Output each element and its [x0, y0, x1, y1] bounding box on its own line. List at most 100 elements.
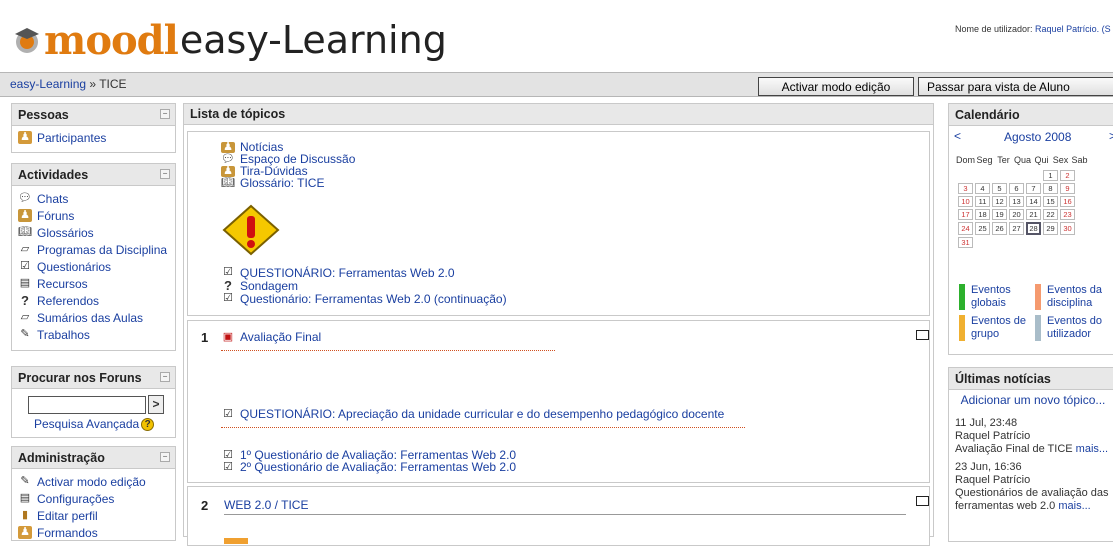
calendar-day[interactable]: 12	[992, 196, 1007, 207]
admin-students[interactable]: ♟ Formandos	[18, 524, 169, 541]
item-label[interactable]: Fóruns	[37, 209, 74, 223]
calendar-day[interactable]: 29	[1043, 222, 1058, 235]
activity-polls[interactable]: ? Referendos	[18, 292, 169, 309]
item-label[interactable]: QUESTIONÁRIO: Apreciação da unidade curr…	[240, 408, 724, 420]
item-label[interactable]: Avaliação Final	[240, 331, 321, 343]
site-logo[interactable]: moodl easy-Learning	[12, 17, 447, 64]
activity-chats[interactable]: 💬︎ Chats	[18, 190, 169, 207]
activity-glossaries[interactable]: 📖︎ Glossários	[18, 224, 169, 241]
item-label[interactable]: Glossário: TICE	[240, 177, 324, 189]
calendar-day[interactable]: 5	[992, 183, 1007, 194]
calendar-day[interactable]: 8	[1043, 183, 1058, 194]
calendar-day[interactable]: 2	[1060, 170, 1075, 181]
calendar-day[interactable]: 6	[1009, 183, 1024, 194]
calendar-day[interactable]: 30	[1060, 222, 1075, 235]
legend-label[interactable]: Eventos da disciplina	[1047, 284, 1111, 310]
calendar-day[interactable]: 14	[1026, 196, 1041, 207]
section-toggle-icon[interactable]	[916, 330, 929, 340]
advanced-search-link[interactable]: Pesquisa Avançada	[34, 417, 139, 431]
user-name-link[interactable]: Raquel Patrício. (S	[1035, 24, 1111, 34]
item-label[interactable]: 2º Questionário de Avaliação: Ferramenta…	[240, 461, 516, 473]
collapse-icon[interactable]: −	[160, 109, 170, 119]
item-label[interactable]: Editar perfil	[37, 509, 98, 523]
calendar-day[interactable]: 25	[975, 222, 990, 235]
calendar-day[interactable]: 9	[1060, 183, 1075, 194]
activity-assignments[interactable]: ✎ Trabalhos	[18, 326, 169, 343]
calendar-day[interactable]: 31	[958, 237, 973, 248]
calendar-day[interactable]: 15	[1043, 196, 1058, 207]
add-news-topic-link[interactable]: Adicionar um novo tópico...	[955, 394, 1111, 407]
calendar-day[interactable]: 20	[1009, 209, 1024, 220]
item-label[interactable]: Referendos	[37, 294, 99, 308]
calendar-month[interactable]: Agosto 2008	[1004, 130, 1071, 144]
section-title-link[interactable]: WEB 2.0 / TICE	[224, 498, 308, 512]
calendar-day[interactable]: 26	[992, 222, 1007, 235]
calendar-day[interactable]: 13	[1009, 196, 1024, 207]
news-more-link[interactable]: mais...	[1058, 500, 1090, 512]
item-label[interactable]: Questionários	[37, 260, 111, 274]
calendar-day[interactable]: 28	[1026, 222, 1041, 235]
collapse-icon[interactable]: −	[160, 169, 170, 179]
poll-link[interactable]: ? Sondagem	[221, 279, 507, 292]
calendar-day[interactable]: 7	[1026, 183, 1041, 194]
item-label[interactable]: QUESTIONÁRIO: Ferramentas Web 2.0	[240, 267, 455, 279]
item-label[interactable]: Chats	[37, 192, 68, 206]
calendar-legend-item[interactable]: Eventos de grupo	[959, 315, 1035, 341]
item-label[interactable]: Questionário: Ferramentas Web 2.0 (conti…	[240, 293, 507, 305]
admin-settings[interactable]: ▤ Configurações	[18, 490, 169, 507]
eval-quiz-2-link[interactable]: ☑ 2º Questionário de Avaliação: Ferrament…	[221, 461, 516, 474]
calendar-day[interactable]: 21	[1026, 209, 1041, 220]
section-toggle-icon[interactable]	[916, 496, 929, 506]
legend-label[interactable]: Eventos do utilizador	[1047, 315, 1111, 341]
calendar-next-button[interactable]: >	[1109, 129, 1113, 143]
admin-edit-profile[interactable]: ▮ Editar perfil	[18, 507, 169, 524]
calendar-day[interactable]: 16	[1060, 196, 1075, 207]
appreciation-quiz-link[interactable]: ☑ QUESTIONÁRIO: Apreciação da unidade cur…	[221, 407, 724, 421]
calendar-day[interactable]: 18	[975, 209, 990, 220]
glossary-link[interactable]: 📖︎ Glossário: TICE	[221, 177, 355, 190]
final-evaluation-link[interactable]: ▣ Avaliação Final	[221, 330, 321, 344]
legend-label[interactable]: Eventos globais	[971, 284, 1035, 310]
admin-edit-mode[interactable]: ✎ Activar modo edição	[18, 473, 169, 490]
item-label[interactable]: Programas da Disciplina	[37, 243, 167, 257]
calendar-day[interactable]: 19	[992, 209, 1007, 220]
calendar-legend-item[interactable]: Eventos globais	[959, 284, 1035, 310]
calendar-day[interactable]: 17	[958, 209, 973, 220]
item-label[interactable]: Sumários das Aulas	[37, 311, 143, 325]
activity-resources[interactable]: ▤ Recursos	[18, 275, 169, 292]
quiz-web20-cont-link[interactable]: ☑ Questionário: Ferramentas Web 2.0 (cont…	[221, 292, 507, 305]
calendar-day[interactable]: 22	[1043, 209, 1058, 220]
item-label[interactable]: Activar modo edição	[37, 475, 146, 489]
calendar-day[interactable]: 23	[1060, 209, 1075, 220]
item-label[interactable]: Recursos	[37, 277, 88, 291]
item-label[interactable]: Sondagem	[240, 280, 298, 292]
calendar-day[interactable]: 24	[958, 222, 973, 235]
news-more-link[interactable]: mais...	[1076, 443, 1108, 455]
forum-search-input[interactable]	[28, 396, 146, 414]
student-view-button[interactable]: Passar para vista de Aluno	[918, 77, 1113, 96]
legend-label[interactable]: Eventos de grupo	[971, 315, 1035, 341]
calendar-legend-item[interactable]: Eventos do utilizador	[1035, 315, 1111, 341]
calendar-prev-button[interactable]: <	[954, 129, 961, 143]
calendar-day[interactable]: 11	[975, 196, 990, 207]
item-label[interactable]: Trabalhos	[37, 328, 90, 342]
participants-link[interactable]: ♟ Participantes	[18, 129, 169, 146]
calendar-day[interactable]: 27	[1009, 222, 1024, 235]
calendar-day[interactable]: 4	[975, 183, 990, 194]
activity-forums[interactable]: ♟ Fóruns	[18, 207, 169, 224]
item-label[interactable]: Glossários	[37, 226, 94, 240]
item-label[interactable]: Formandos	[37, 526, 98, 540]
calendar-legend-item[interactable]: Eventos da disciplina	[1035, 284, 1111, 310]
breadcrumb-home[interactable]: easy-Learning	[10, 77, 86, 91]
activity-summaries[interactable]: ▱ Sumários das Aulas	[18, 309, 169, 326]
quiz-web20-link[interactable]: ☑ QUESTIONÁRIO: Ferramentas Web 2.0	[221, 266, 507, 279]
item-label[interactable]: Participantes	[37, 131, 106, 145]
edit-mode-button[interactable]: Activar modo edição	[758, 77, 914, 96]
collapse-icon[interactable]: −	[160, 372, 170, 382]
calendar-day[interactable]: 1	[1043, 170, 1058, 181]
calendar-day[interactable]: 10	[958, 196, 973, 207]
item-label[interactable]: Configurações	[37, 492, 114, 506]
calendar-day[interactable]: 3	[958, 183, 973, 194]
search-submit-button[interactable]: >	[148, 395, 164, 414]
help-icon[interactable]: ?	[141, 417, 155, 431]
